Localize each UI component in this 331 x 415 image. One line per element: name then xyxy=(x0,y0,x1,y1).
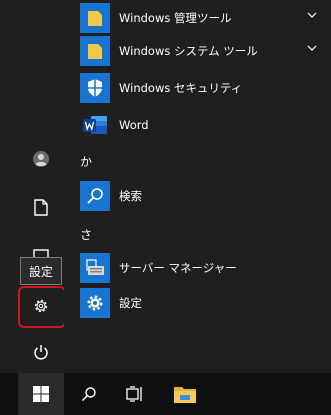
shield-icon xyxy=(80,73,110,103)
user-account-button[interactable] xyxy=(18,139,64,179)
taskbar-search-button[interactable] xyxy=(66,373,112,415)
app-windows-system-tools[interactable]: Windows システム ツール xyxy=(80,33,331,69)
app-label: Word xyxy=(119,118,149,132)
task-view-icon xyxy=(126,386,142,402)
app-label: 検索 xyxy=(119,189,142,203)
search-icon xyxy=(80,181,110,211)
section-header-sa[interactable]: さ xyxy=(80,226,92,243)
app-windows-admin-tools[interactable]: Windows 管理ツール xyxy=(80,0,331,36)
app-label: Windows 管理ツール xyxy=(119,11,232,25)
app-windows-security[interactable]: Windows セキュリティ xyxy=(80,70,331,106)
start-button[interactable] xyxy=(18,373,64,415)
app-label: サーバー マネージャー xyxy=(119,261,237,275)
documents-button[interactable] xyxy=(18,187,64,227)
task-view-button[interactable] xyxy=(112,373,158,415)
search-icon xyxy=(81,387,96,402)
folder-icon xyxy=(80,36,110,66)
app-label: 設定 xyxy=(119,296,142,310)
gear-icon xyxy=(80,288,110,318)
folder-icon xyxy=(80,3,110,33)
app-label: Windows システム ツール xyxy=(119,44,258,58)
app-settings[interactable]: 設定 xyxy=(80,285,331,321)
power-button[interactable] xyxy=(18,332,64,372)
chevron-down-icon xyxy=(307,45,317,51)
app-word[interactable]: Word xyxy=(80,107,331,143)
start-menu-rail: 設定 xyxy=(0,0,66,373)
taskbar xyxy=(0,373,331,415)
user-icon xyxy=(33,151,49,167)
app-label: Windows セキュリティ xyxy=(119,81,243,95)
section-header-ka[interactable]: か xyxy=(80,153,92,170)
settings-highlight-box xyxy=(18,286,66,328)
server-manager-icon xyxy=(80,253,110,283)
chevron-down-icon xyxy=(307,12,317,18)
word-icon xyxy=(80,110,110,140)
app-search[interactable]: 検索 xyxy=(80,178,331,214)
document-icon xyxy=(34,198,48,216)
file-explorer-icon xyxy=(174,387,196,403)
power-icon xyxy=(34,345,48,360)
settings-tooltip: 設定 xyxy=(20,257,62,285)
windows-start-icon xyxy=(33,386,49,402)
app-server-manager[interactable]: サーバー マネージャー xyxy=(80,250,331,286)
file-explorer-button[interactable] xyxy=(162,373,208,415)
